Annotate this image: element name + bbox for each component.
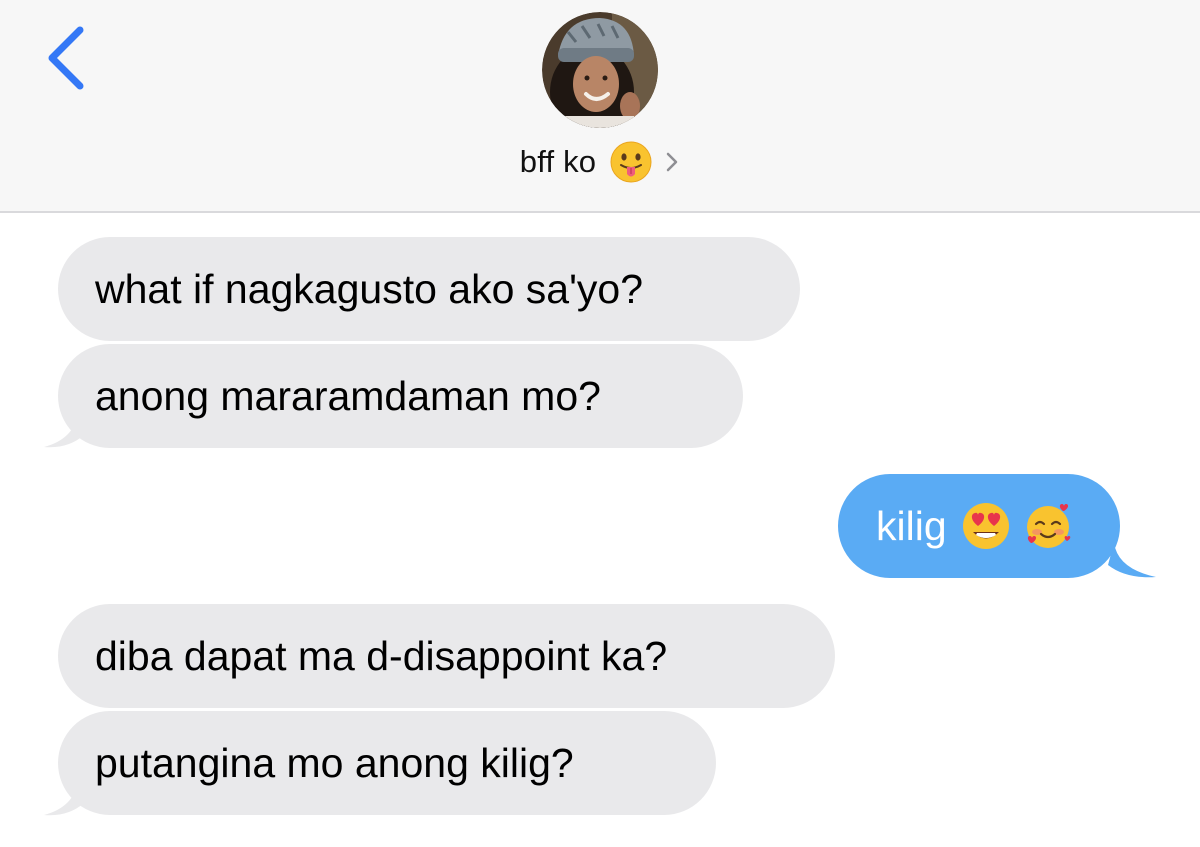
contact-name-button[interactable]: bff ko — [0, 138, 1200, 186]
incoming-bubble-tail — [44, 781, 84, 816]
back-button[interactable] — [40, 22, 100, 94]
contact-name: bff ko — [519, 144, 597, 179]
message-text: kilig — [876, 502, 947, 549]
face-with-tongue-emoji — [610, 141, 652, 183]
outgoing-message-bubble[interactable]: kilig — [838, 474, 1120, 578]
incoming-bubble-tail — [44, 413, 84, 448]
outgoing-bubble-tail — [1108, 543, 1156, 578]
chevron-right-icon — [666, 152, 678, 172]
smiling-face-with-hearts-emoji — [1026, 504, 1070, 548]
avatar[interactable] — [542, 12, 658, 128]
incoming-message-bubble[interactable]: diba dapat ma d-disappoint ka? — [58, 604, 835, 708]
heart-eyes-emoji — [962, 503, 1009, 549]
message-thread: what if nagkagusto ako sa'yo? anong mara… — [0, 213, 1200, 847]
conversation-header: bff ko — [0, 0, 1200, 213]
message-text: anong mararamdaman mo? — [95, 372, 601, 419]
chevron-left-icon — [48, 26, 84, 90]
message-text: diba dapat ma d-disappoint ka? — [95, 632, 668, 679]
incoming-message-bubble[interactable]: anong mararamdaman mo? — [58, 344, 743, 448]
incoming-message-bubble[interactable]: what if nagkagusto ako sa'yo? — [58, 237, 800, 341]
message-text: putangina mo anong kilig? — [95, 739, 574, 786]
incoming-message-bubble[interactable]: putangina mo anong kilig? — [58, 711, 716, 815]
message-text: what if nagkagusto ako sa'yo? — [95, 265, 644, 312]
